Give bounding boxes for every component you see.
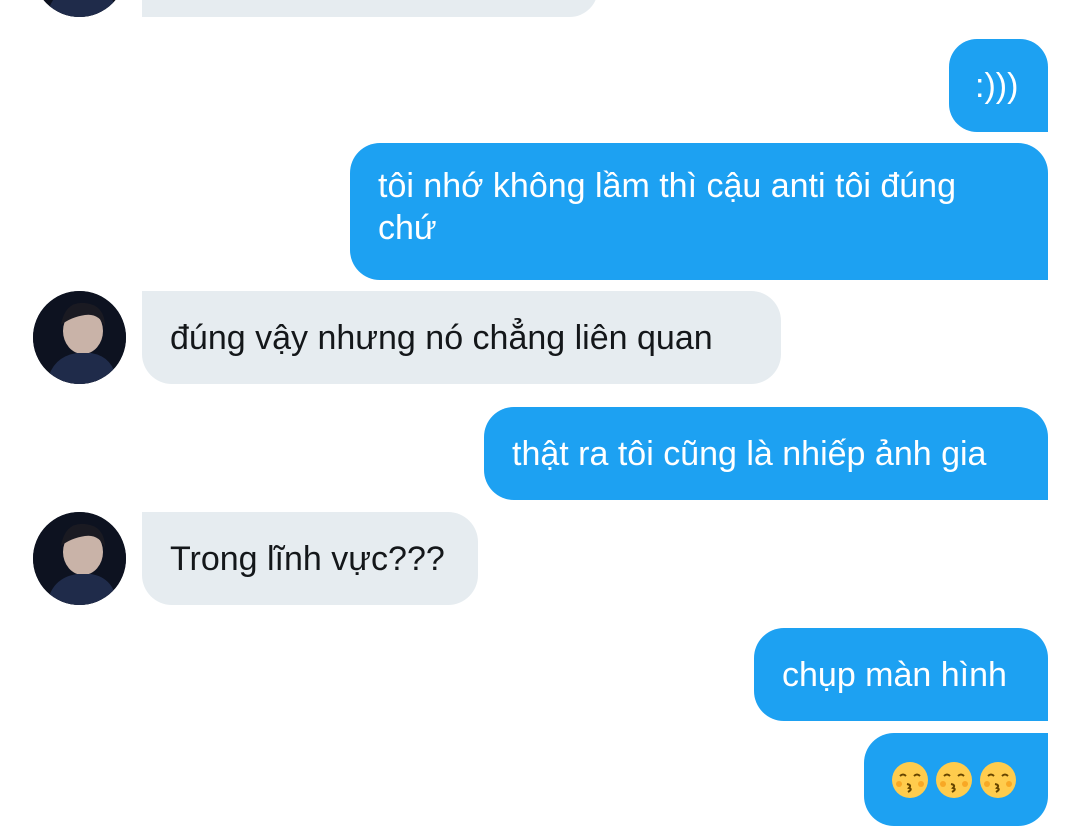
avatar-photo [33, 512, 126, 605]
message-bubble-incoming[interactable]: đúng vậy nhưng nó chẳng liên quan [142, 291, 781, 384]
contact-avatar[interactable] [33, 512, 126, 605]
conversation-view: :))) tôi nhớ không lầm thì cậu anti tôi … [0, 0, 1080, 836]
message-text: :))) [975, 66, 1019, 105]
message-text: đúng vậy nhưng nó chẳng liên quan [170, 318, 713, 357]
emoji-row [890, 760, 1018, 800]
message-bubble-outgoing[interactable]: :))) [949, 39, 1048, 132]
message-text: chụp màn hình [782, 655, 1007, 694]
kissing-face-icon [936, 761, 972, 798]
kissing-face-icon [980, 761, 1016, 798]
message-bubble-outgoing[interactable] [864, 733, 1048, 826]
message-text: thật ra tôi cũng là nhiếp ảnh gia [512, 434, 987, 473]
avatar-photo [33, 291, 126, 384]
message-bubble-outgoing[interactable]: thật ra tôi cũng là nhiếp ảnh gia [484, 407, 1048, 500]
contact-avatar[interactable] [33, 291, 126, 384]
avatar-photo [33, 0, 126, 17]
message-text: tôi nhớ không lầm thì cậu anti tôi đúng … [378, 167, 956, 247]
message-text: Trong lĩnh vực??? [170, 539, 445, 578]
kissing-face-icon [892, 761, 928, 798]
message-bubble-incoming[interactable] [142, 0, 598, 17]
message-bubble-outgoing[interactable]: tôi nhớ không lầm thì cậu anti tôi đúng … [350, 143, 1048, 280]
contact-avatar[interactable] [33, 0, 126, 17]
message-bubble-outgoing[interactable]: chụp màn hình [754, 628, 1048, 721]
message-bubble-incoming[interactable]: Trong lĩnh vực??? [142, 512, 478, 605]
